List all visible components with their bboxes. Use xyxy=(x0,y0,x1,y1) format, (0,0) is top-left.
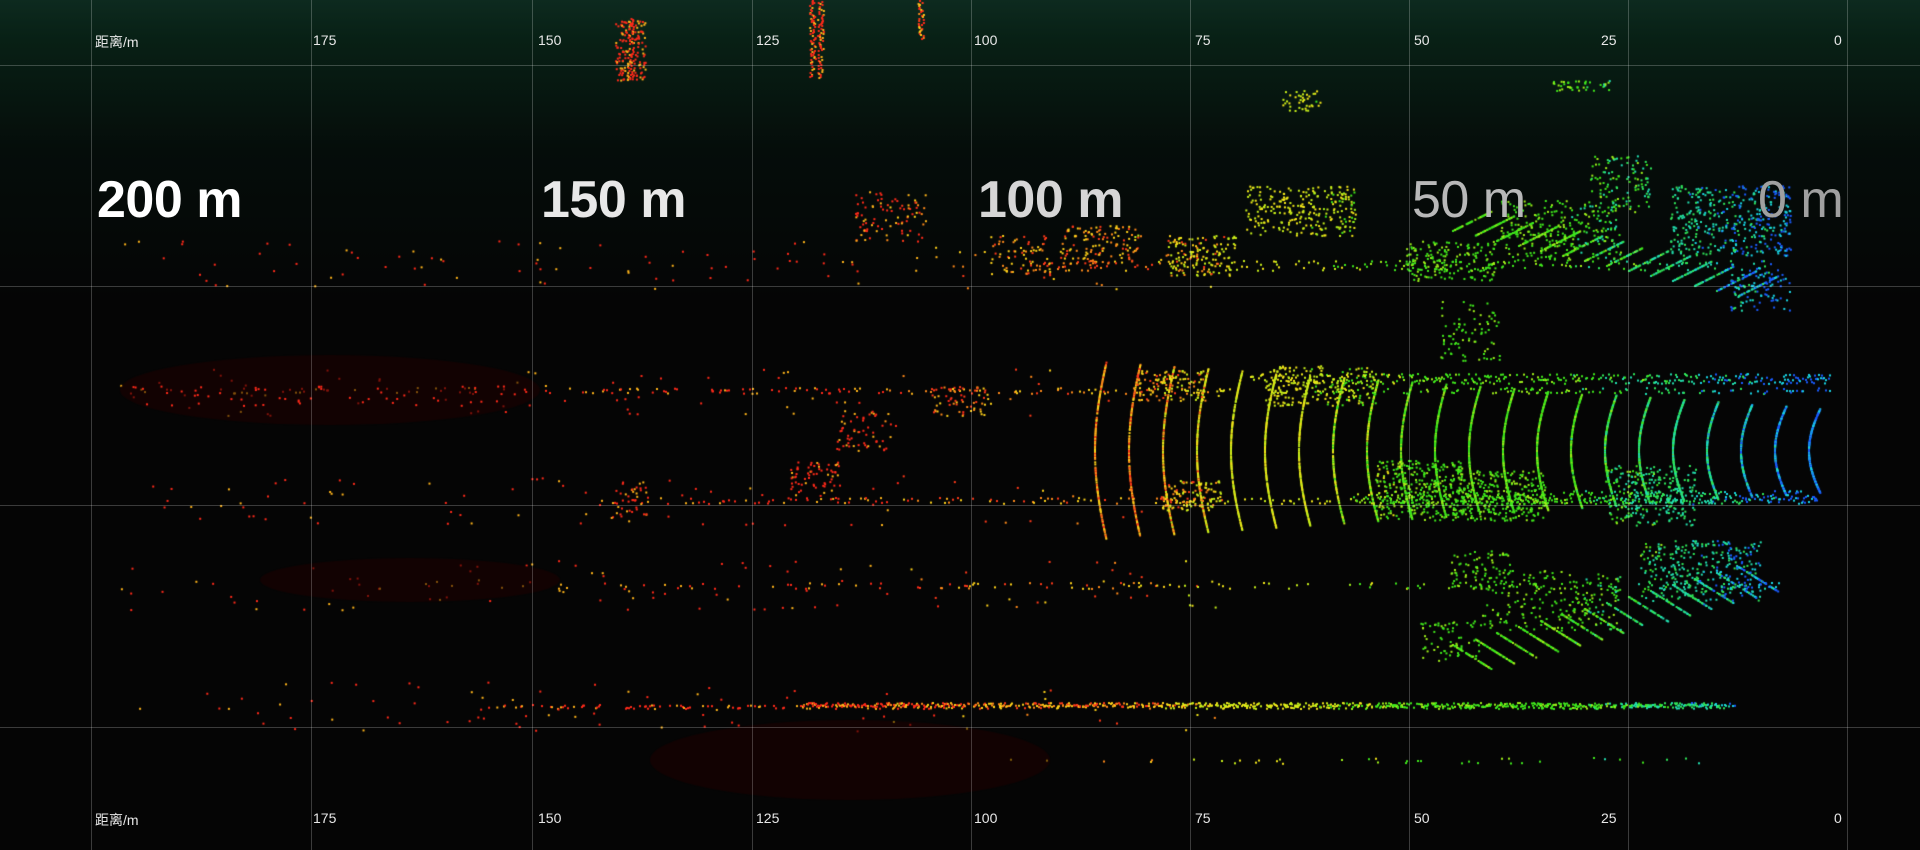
scale-tick: 25 xyxy=(1601,810,1617,826)
grid-line xyxy=(532,0,533,850)
grid-line xyxy=(0,286,1920,287)
scale-tick: 0 xyxy=(1834,810,1842,826)
distance-marker-100: 100 m xyxy=(978,171,1123,229)
grid-line xyxy=(311,0,312,850)
scale-unit-label: 距离/m xyxy=(95,812,139,828)
scale-tick: 175 xyxy=(313,810,337,826)
grid-line xyxy=(0,505,1920,506)
grid-line xyxy=(91,0,92,850)
grid-line xyxy=(1190,0,1191,850)
grid-line xyxy=(971,0,972,850)
scale-tick: 50 xyxy=(1414,32,1430,48)
scale-tick: 125 xyxy=(756,32,780,48)
grid-line xyxy=(1409,0,1410,850)
lidar-point-cloud-view: 距离/m 175 150 125 100 75 50 25 0 距离/m 175… xyxy=(0,0,1920,850)
scale-tick: 125 xyxy=(756,810,780,826)
scale-tick: 75 xyxy=(1195,810,1211,826)
scale-tick: 100 xyxy=(974,810,998,826)
distance-marker-150: 150 m xyxy=(541,171,686,229)
scale-tick: 175 xyxy=(313,32,337,48)
grid-line xyxy=(752,0,753,850)
distance-marker-50: 50 m xyxy=(1412,171,1526,229)
grid-line xyxy=(0,65,1920,66)
scale-unit-label: 距离/m xyxy=(95,34,139,50)
scale-tick: 75 xyxy=(1195,32,1211,48)
point-cloud-canvas xyxy=(0,0,1920,850)
distance-marker-200: 200 m xyxy=(97,171,242,229)
scale-tick: 50 xyxy=(1414,810,1430,826)
grid-line xyxy=(1847,0,1848,850)
scale-tick: 150 xyxy=(538,32,562,48)
scale-tick: 0 xyxy=(1834,32,1842,48)
distance-marker-0: 0 m xyxy=(1758,171,1844,229)
grid-line xyxy=(0,727,1920,728)
scale-tick: 25 xyxy=(1601,32,1617,48)
scale-tick: 150 xyxy=(538,810,562,826)
grid-line xyxy=(1628,0,1629,850)
scale-tick: 100 xyxy=(974,32,998,48)
